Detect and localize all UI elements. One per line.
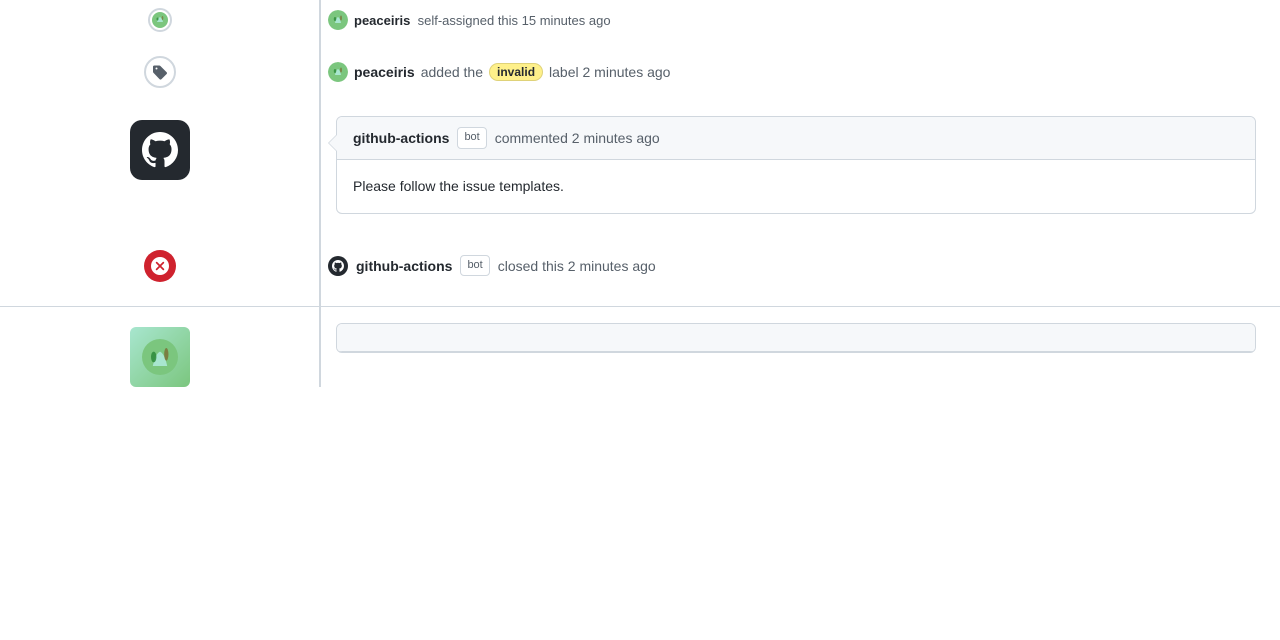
closed-action: closed this 2 minutes ago: [498, 258, 656, 274]
label-action-before: added the: [421, 64, 483, 80]
closed-gh-avatar: [328, 256, 348, 276]
comment-time: commented 2 minutes ago: [495, 130, 660, 146]
bottom-comment-partial: [336, 323, 1256, 353]
invalid-label-badge: invalid: [489, 63, 543, 81]
label-username: peaceiris: [354, 64, 415, 80]
top-avatar: [148, 8, 172, 32]
label-icon: [144, 56, 176, 88]
peaceiris-small-avatar: [328, 10, 348, 30]
closed-username: github-actions: [356, 258, 452, 274]
top-username: peaceiris: [354, 13, 410, 28]
closed-bot-badge: bot: [460, 255, 489, 277]
comment-body: Please follow the issue templates.: [337, 160, 1255, 213]
comment-body-text: Please follow the issue templates.: [353, 178, 564, 194]
comment-bot-badge: bot: [457, 127, 486, 149]
comment-username: github-actions: [353, 130, 449, 146]
comment-box: github-actions bot commented 2 minutes a…: [336, 116, 1256, 214]
top-action: self-assigned this 15 minutes ago: [418, 13, 611, 28]
top-row-text: peaceiris self-assigned this 15 minutes …: [354, 13, 611, 28]
comment-header: github-actions bot commented 2 minutes a…: [337, 117, 1255, 160]
bottom-avatar: [130, 327, 190, 387]
peaceiris-avatar-label: [328, 62, 348, 82]
github-actions-avatar: [130, 120, 190, 180]
label-action-after: label 2 minutes ago: [549, 64, 670, 80]
close-icon: [144, 250, 176, 282]
